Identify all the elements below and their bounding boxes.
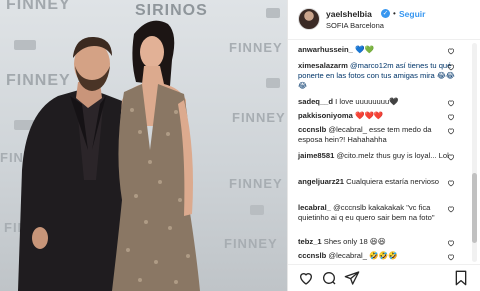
comment-text: ❤️❤️❤️ [355, 111, 384, 120]
avatar[interactable] [298, 8, 320, 30]
comments-scrollbar[interactable] [472, 43, 477, 262]
comment-item: lecabral_ @cccnslb kakakakak "vc fica qu… [298, 203, 458, 223]
comment-item: cccnslb @lecabral_ esse tem medo da espo… [298, 125, 458, 145]
comment-item: pakkisoniyoma ❤️❤️❤️ [298, 111, 458, 121]
heart-icon[interactable] [447, 63, 455, 71]
comment-username[interactable]: cccnslb [298, 125, 326, 134]
comment-text: 💙💚 [355, 45, 374, 54]
comment-username[interactable]: angeljuarz21 [298, 177, 344, 186]
heart-icon[interactable] [447, 47, 455, 55]
backdrop-mark [14, 40, 36, 50]
post-actions-bar [288, 264, 480, 291]
comment-item: ximesalazarm @marco12m así tienes tu qué… [298, 61, 458, 91]
comment-username[interactable]: tebz_1 [298, 237, 322, 246]
verified-badge-icon: ✓ [381, 9, 390, 18]
share-icon[interactable] [344, 270, 360, 286]
comment-username[interactable]: lecabral_ [298, 203, 331, 212]
comment-item: tebz_1 Shes only 18 😆😆 [298, 237, 458, 247]
heart-icon[interactable] [447, 205, 455, 213]
comment-text: Shes only 18 😆😆 [323, 237, 386, 246]
backdrop-mark [266, 78, 280, 88]
post-side-panel: yaelshelbia ✓ • Seguir SOFIA Barcelona a… [287, 0, 480, 291]
heart-icon[interactable] [447, 99, 455, 107]
comment-item: jaime8581 @cito.melz thus guy is loyal..… [298, 151, 458, 161]
heart-icon[interactable] [447, 179, 455, 187]
post-header: yaelshelbia ✓ • Seguir SOFIA Barcelona [288, 0, 480, 40]
comment-text: @lecabral_ 🤣🤣🤣 [328, 251, 398, 260]
comment-text: I love uuuuuuuu🖤 [335, 97, 399, 106]
post-username[interactable]: yaelshelbia [326, 9, 372, 19]
heart-icon[interactable] [447, 239, 455, 247]
comment-text: Cualquiera estaría nervioso [346, 177, 440, 186]
scrollbar-thumb[interactable] [472, 173, 477, 243]
header-separator: • [393, 9, 396, 18]
comment-text: @cito.melz thus guy is loyal... Lol [336, 151, 449, 160]
comment-username[interactable]: cccnslb [298, 251, 326, 260]
comment-username[interactable]: ximesalazarm [298, 61, 348, 70]
follow-button[interactable]: Seguir [399, 9, 425, 19]
comment-item: sadeq__d I love uuuuuuuu🖤 [298, 97, 458, 107]
heart-icon[interactable] [298, 270, 314, 286]
heart-icon[interactable] [447, 113, 455, 121]
comment-item: angeljuarz21 Cualquiera estaría nervioso [298, 177, 458, 187]
comment-item: cccnslb @lecabral_ 🤣🤣🤣 [298, 251, 458, 261]
backdrop-mark [250, 205, 264, 215]
post-location[interactable]: SOFIA Barcelona [326, 21, 384, 30]
post-photo[interactable]: FINNEY SIRINOS FINNEY FINNEY FINNEY FINN… [0, 0, 287, 291]
comment-username[interactable]: jaime8581 [298, 151, 334, 160]
comment-username[interactable]: anwarhussein_ [298, 45, 353, 54]
woman-face [140, 36, 164, 68]
heart-icon[interactable] [447, 253, 455, 261]
heart-icon[interactable] [447, 153, 455, 161]
comment-icon[interactable] [321, 270, 337, 286]
comment-username[interactable]: pakkisoniyoma [298, 111, 353, 120]
man-hand [32, 227, 48, 249]
comment-item: anwarhussein_ 💙💚 [298, 45, 458, 55]
comments-list: anwarhussein_ 💙💚 ximesalazarm @marco12m … [288, 41, 480, 264]
backdrop-mark [266, 8, 280, 18]
photo-people-illustration [14, 8, 280, 291]
heart-icon[interactable] [447, 127, 455, 135]
comment-username[interactable]: sadeq__d [298, 97, 333, 106]
bookmark-icon[interactable] [453, 270, 469, 286]
